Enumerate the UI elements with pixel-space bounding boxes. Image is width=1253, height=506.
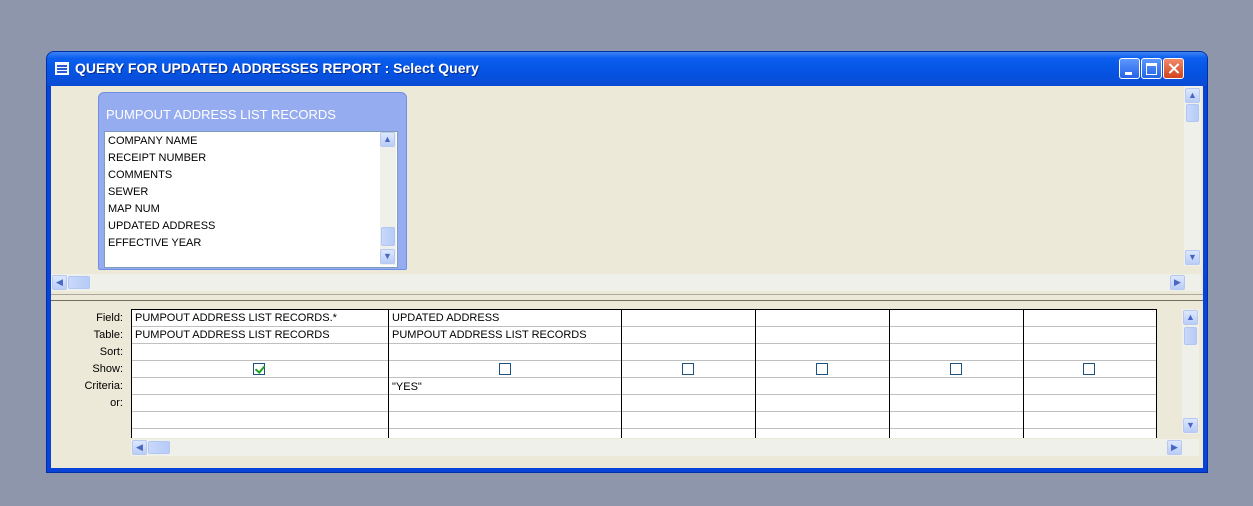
show-checkbox[interactable]	[950, 363, 962, 375]
table-pane-hscrollbar[interactable]: ◀ ▶	[51, 274, 1201, 291]
query-window: QUERY FOR UPDATED ADDRESSES REPORT : Sel…	[47, 52, 1207, 472]
scroll-up-icon[interactable]: ▲	[380, 132, 395, 147]
grid-hscrollbar[interactable]: ◀ ▶	[131, 439, 1199, 456]
show-checkbox[interactable]	[682, 363, 694, 375]
field-list-item[interactable]: RECEIPT NUMBER	[108, 152, 206, 164]
query-design-area: PUMPOUT ADDRESS LIST RECORDS COMPANY NAM…	[51, 86, 1203, 468]
scroll-down-icon[interactable]: ▼	[1183, 418, 1198, 433]
row-label-or: or:	[110, 397, 123, 409]
query-design-grid: PUMPOUT ADDRESS LIST RECORDS.* PUMPOUT A…	[131, 309, 1157, 438]
grid-cell-table[interactable]: PUMPOUT ADDRESS LIST RECORDS	[135, 329, 330, 341]
row-label-criteria: Criteria:	[84, 380, 123, 392]
scroll-thumb[interactable]	[148, 441, 170, 454]
field-list-item[interactable]: UPDATED ADDRESS	[108, 220, 215, 232]
field-list-item[interactable]: MAP NUM	[108, 203, 160, 215]
design-grid-pane: Field: Table: Sort: Show: Criteria: or:	[51, 301, 1203, 468]
scroll-down-icon[interactable]: ▼	[1185, 250, 1200, 265]
grid-cell-criteria[interactable]: "YES"	[392, 381, 422, 393]
field-list-item[interactable]: COMPANY NAME	[108, 135, 197, 147]
scroll-thumb[interactable]	[381, 227, 395, 246]
grid-cell-field[interactable]: UPDATED ADDRESS	[392, 312, 499, 324]
field-list-title: PUMPOUT ADDRESS LIST RECORDS	[106, 107, 336, 122]
scroll-up-icon[interactable]: ▲	[1183, 310, 1198, 325]
grid-vscrollbar[interactable]: ▲ ▼	[1182, 309, 1199, 434]
window-title: QUERY FOR UPDATED ADDRESSES REPORT : Sel…	[75, 60, 479, 76]
field-list: COMPANY NAME RECEIPT NUMBER COMMENTS SEW…	[104, 131, 398, 268]
field-list-item[interactable]: COMMENTS	[108, 169, 172, 181]
field-list-item[interactable]: EFFECTIVE YEAR	[108, 237, 201, 249]
show-checkbox[interactable]	[499, 363, 511, 375]
scroll-left-icon[interactable]: ◀	[52, 275, 67, 290]
close-button[interactable]	[1163, 58, 1184, 79]
row-label-table: Table:	[93, 329, 123, 341]
title-bar[interactable]: QUERY FOR UPDATED ADDRESSES REPORT : Sel…	[47, 52, 1207, 86]
query-window-icon[interactable]	[55, 62, 69, 75]
table-pane: PUMPOUT ADDRESS LIST RECORDS COMPANY NAM…	[51, 86, 1203, 294]
scroll-left-icon[interactable]: ◀	[132, 440, 147, 455]
maximize-button[interactable]	[1141, 58, 1162, 79]
scroll-up-icon[interactable]: ▲	[1185, 88, 1200, 103]
scroll-down-icon[interactable]: ▼	[380, 249, 395, 264]
scroll-right-icon[interactable]: ▶	[1167, 440, 1182, 455]
show-checkbox[interactable]	[1083, 363, 1095, 375]
scroll-thumb[interactable]	[1186, 104, 1199, 122]
scroll-right-icon[interactable]: ▶	[1170, 275, 1185, 290]
show-checkbox[interactable]	[253, 363, 265, 375]
show-checkbox[interactable]	[816, 363, 828, 375]
field-list-item[interactable]: SEWER	[108, 186, 148, 198]
grid-cell-field[interactable]: PUMPOUT ADDRESS LIST RECORDS.*	[135, 312, 337, 324]
minimize-button[interactable]	[1119, 58, 1140, 79]
row-label-field: Field:	[96, 312, 123, 324]
field-list-scrollbar[interactable]: ▲ ▼	[380, 132, 396, 265]
field-list-window[interactable]: PUMPOUT ADDRESS LIST RECORDS COMPANY NAM…	[98, 92, 407, 270]
row-label-sort: Sort:	[99, 346, 123, 358]
pane-splitter[interactable]	[51, 294, 1203, 301]
scroll-thumb[interactable]	[68, 276, 90, 289]
table-pane-vscrollbar[interactable]: ▲ ▼	[1184, 86, 1201, 266]
scroll-thumb[interactable]	[1184, 327, 1197, 345]
grid-cell-table[interactable]: PUMPOUT ADDRESS LIST RECORDS	[392, 329, 587, 341]
row-label-show: Show:	[92, 363, 123, 375]
